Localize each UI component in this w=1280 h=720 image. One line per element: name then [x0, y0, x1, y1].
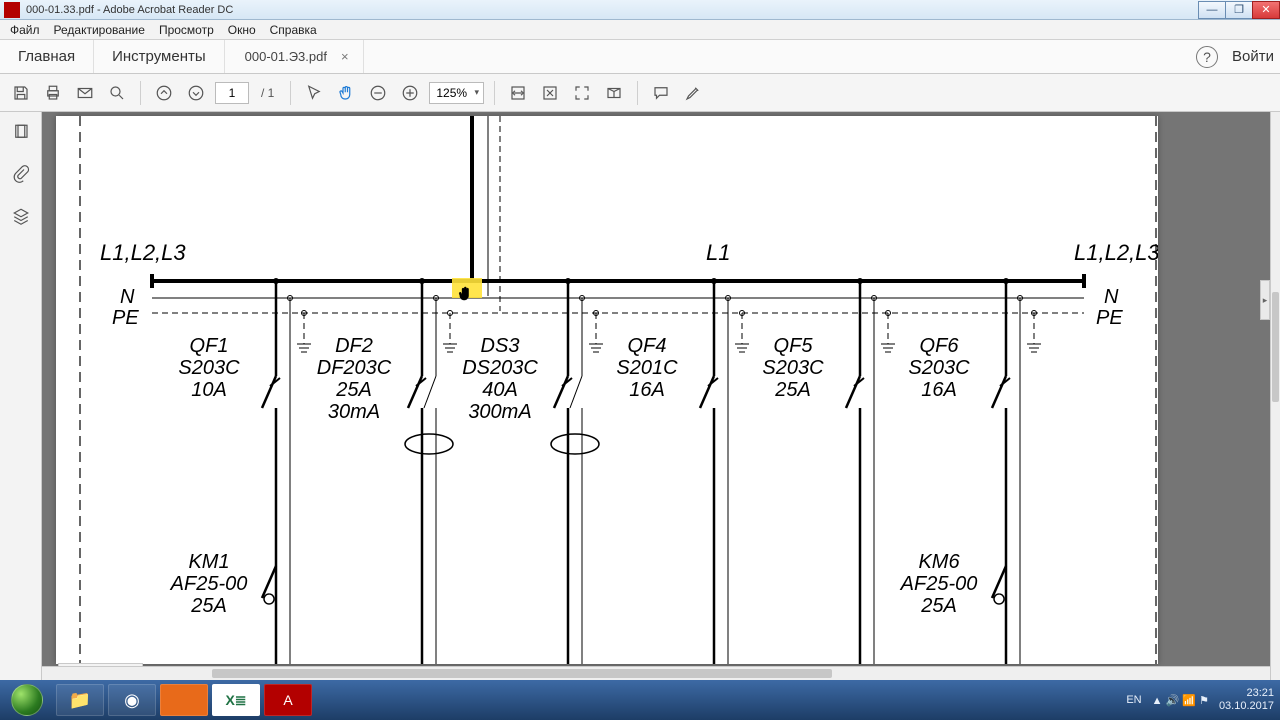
page-up-icon[interactable]: [151, 80, 177, 106]
svg-text:40A: 40A: [482, 379, 518, 401]
fit-page-icon[interactable]: [537, 80, 563, 106]
svg-text:DF2: DF2: [335, 335, 373, 357]
help-icon[interactable]: ?: [1196, 46, 1218, 68]
svg-text:DS203C: DS203C: [462, 357, 538, 379]
fullscreen-icon[interactable]: [569, 80, 595, 106]
taskbar-explorer[interactable]: 📁: [56, 684, 104, 716]
menu-view[interactable]: Просмотр: [153, 21, 220, 39]
svg-text:QF5: QF5: [774, 335, 814, 357]
document-viewport[interactable]: L1,L2,L3 N PE L1 L1,L2,L3 N PE: [42, 112, 1270, 680]
zoom-select[interactable]: 125%: [429, 82, 484, 104]
bus-left-PE: PE: [112, 307, 139, 329]
thumbnails-icon[interactable]: [7, 118, 35, 146]
taskbar-acrobat[interactable]: A: [264, 684, 312, 716]
svg-text:25A: 25A: [920, 595, 957, 617]
windows-taskbar: 📁 ◉ X≣ A EN ▲ 🔊 📶 ⚑ 23:21 03.10.2017: [0, 680, 1280, 720]
tab-document-label: 000-01.Э3.pdf: [245, 49, 327, 64]
login-button[interactable]: Войти: [1232, 48, 1274, 65]
print-icon[interactable]: [40, 80, 66, 106]
menu-window[interactable]: Окно: [222, 21, 262, 39]
bus-mid-phase: L1: [706, 240, 730, 265]
hand-tool-icon[interactable]: [333, 80, 359, 106]
highlight-icon[interactable]: [680, 80, 706, 106]
window-title: 000-01.33.pdf - Adobe Acrobat Reader DC: [24, 4, 1199, 16]
page-total-label: / 1: [255, 86, 280, 100]
svg-text:S201C: S201C: [616, 357, 678, 379]
menu-file[interactable]: Файл: [4, 21, 46, 39]
taskbar-chrome[interactable]: ◉: [108, 684, 156, 716]
svg-text:S203C: S203C: [762, 357, 824, 379]
menu-bar: Файл Редактирование Просмотр Окно Справк…: [0, 20, 1280, 40]
svg-text:DS3: DS3: [481, 335, 520, 357]
svg-text:25A: 25A: [774, 379, 811, 401]
page-down-icon[interactable]: [183, 80, 209, 106]
bus-left-N: N: [120, 286, 135, 308]
window-maximize-button[interactable]: ❐: [1225, 1, 1253, 19]
select-tool-icon[interactable]: [301, 80, 327, 106]
svg-text:30mA: 30mA: [328, 401, 380, 423]
bus-right-phases: L1,L2,L3: [1074, 240, 1158, 265]
pdf-page: L1,L2,L3 N PE L1 L1,L2,L3 N PE: [56, 116, 1158, 664]
read-mode-icon[interactable]: [601, 80, 627, 106]
svg-text:S203C: S203C: [908, 357, 970, 379]
svg-text:KM6: KM6: [918, 551, 960, 573]
svg-text:KM1: KM1: [188, 551, 229, 573]
bus-left-phases: L1,L2,L3: [100, 240, 186, 265]
svg-text:10A: 10A: [191, 379, 227, 401]
layers-icon[interactable]: [7, 202, 35, 230]
tray-clock[interactable]: 23:21 03.10.2017: [1219, 687, 1274, 712]
comment-icon[interactable]: [648, 80, 674, 106]
app-icon: [4, 2, 20, 18]
search-icon[interactable]: [104, 80, 130, 106]
svg-text:300mA: 300mA: [468, 401, 531, 423]
svg-text:AF25-00: AF25-00: [900, 573, 978, 595]
page-number-input[interactable]: [215, 82, 249, 104]
svg-text:25A: 25A: [335, 379, 372, 401]
document-tabs: Главная Инструменты 000-01.Э3.pdf × ? Во…: [0, 40, 1280, 74]
svg-text:S203C: S203C: [178, 357, 240, 379]
svg-text:AF25-00: AF25-00: [170, 573, 248, 595]
email-icon[interactable]: [72, 80, 98, 106]
svg-text:DF203C: DF203C: [317, 357, 392, 379]
menu-help[interactable]: Справка: [264, 21, 323, 39]
horizontal-scrollbar[interactable]: [42, 666, 1270, 680]
main-toolbar: / 1 125%: [0, 74, 1280, 112]
right-panel-handle[interactable]: ▸: [1260, 280, 1270, 320]
tab-close-icon[interactable]: ×: [341, 49, 349, 64]
svg-text:25A: 25A: [190, 595, 227, 617]
window-minimize-button[interactable]: —: [1198, 1, 1226, 19]
attachments-icon[interactable]: [7, 160, 35, 188]
tray-lang[interactable]: EN: [1126, 694, 1141, 706]
save-icon[interactable]: [8, 80, 34, 106]
svg-text:16A: 16A: [921, 379, 957, 401]
start-button[interactable]: [0, 680, 54, 720]
fit-width-icon[interactable]: [505, 80, 531, 106]
tab-tools[interactable]: Инструменты: [94, 40, 225, 73]
left-sidebar: [0, 112, 42, 680]
zoom-out-icon[interactable]: [365, 80, 391, 106]
bus-right-N: N: [1104, 286, 1119, 308]
svg-text:16A: 16A: [629, 379, 665, 401]
taskbar-excel[interactable]: X≣: [212, 684, 260, 716]
vertical-scrollbar[interactable]: [1270, 112, 1280, 680]
system-tray[interactable]: EN ▲ 🔊 📶 ⚑ 23:21 03.10.2017: [1126, 687, 1280, 712]
menu-edit[interactable]: Редактирование: [48, 21, 151, 39]
window-close-button[interactable]: ✕: [1252, 1, 1280, 19]
tab-document[interactable]: 000-01.Э3.pdf ×: [225, 40, 364, 73]
bus-right-PE: PE: [1096, 307, 1123, 329]
svg-text:QF1: QF1: [190, 335, 229, 357]
tray-icons[interactable]: ▲ 🔊 📶 ⚑: [1152, 694, 1209, 707]
svg-text:QF4: QF4: [628, 335, 667, 357]
tab-home[interactable]: Главная: [0, 40, 94, 73]
zoom-in-icon[interactable]: [397, 80, 423, 106]
window-titlebar: 000-01.33.pdf - Adobe Acrobat Reader DC …: [0, 0, 1280, 20]
svg-text:QF6: QF6: [920, 335, 960, 357]
taskbar-app-orange[interactable]: [160, 684, 208, 716]
